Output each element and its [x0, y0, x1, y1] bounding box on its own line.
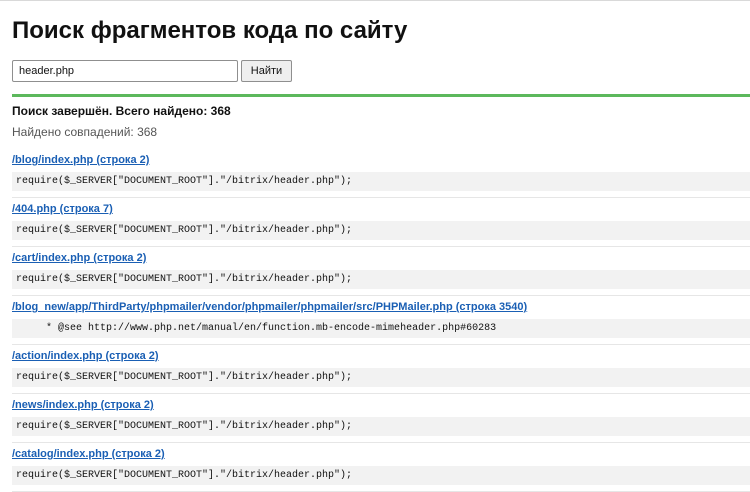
page-container: Поиск фрагментов кода по сайту Найти Пои… — [0, 17, 750, 492]
search-status: Поиск завершён. Всего найдено: 368 — [12, 104, 231, 118]
result-link[interactable]: /blog/index.php (строка 2) — [12, 154, 750, 167]
divider — [12, 94, 750, 97]
result-item: /cart/index.php (строка 2) require($_SER… — [12, 247, 750, 296]
code-snippet: require($_SERVER["DOCUMENT_ROOT"]."/bitr… — [12, 417, 750, 436]
result-link[interactable]: /blog_new/app/ThirdParty/phpmailer/vendo… — [12, 301, 750, 314]
code-snippet: require($_SERVER["DOCUMENT_ROOT"]."/bitr… — [12, 466, 750, 485]
code-snippet: require($_SERVER["DOCUMENT_ROOT"]."/bitr… — [12, 172, 750, 191]
result-item: /catalog/index.php (строка 2) require($_… — [12, 443, 750, 492]
search-input[interactable] — [12, 60, 238, 82]
search-button[interactable]: Найти — [241, 60, 292, 82]
code-snippet: require($_SERVER["DOCUMENT_ROOT"]."/bitr… — [12, 221, 750, 240]
result-link[interactable]: /catalog/index.php (строка 2) — [12, 448, 750, 461]
result-item: /blog_new/app/ThirdParty/phpmailer/vendo… — [12, 296, 750, 345]
result-link[interactable]: /404.php (строка 7) — [12, 203, 750, 216]
result-link[interactable]: /cart/index.php (строка 2) — [12, 252, 750, 265]
code-snippet: require($_SERVER["DOCUMENT_ROOT"]."/bitr… — [12, 368, 750, 387]
result-item: /blog/index.php (строка 2) require($_SER… — [12, 150, 750, 198]
code-snippet: require($_SERVER["DOCUMENT_ROOT"]."/bitr… — [12, 270, 750, 289]
result-item: /news/index.php (строка 2) require($_SER… — [12, 394, 750, 443]
result-item: /action/index.php (строка 2) require($_S… — [12, 345, 750, 394]
page-title: Поиск фрагментов кода по сайту — [12, 17, 408, 44]
result-link[interactable]: /action/index.php (строка 2) — [12, 350, 750, 363]
code-snippet: * @see http://www.php.net/manual/en/func… — [12, 319, 750, 338]
result-link[interactable]: /news/index.php (строка 2) — [12, 399, 750, 412]
result-item: /404.php (строка 7) require($_SERVER["DO… — [12, 198, 750, 247]
top-border — [0, 0, 750, 1]
search-form: Найти — [12, 60, 750, 82]
results-list: /blog/index.php (строка 2) require($_SER… — [12, 150, 750, 492]
match-count: Найдено совпадений: 368 — [12, 125, 158, 139]
